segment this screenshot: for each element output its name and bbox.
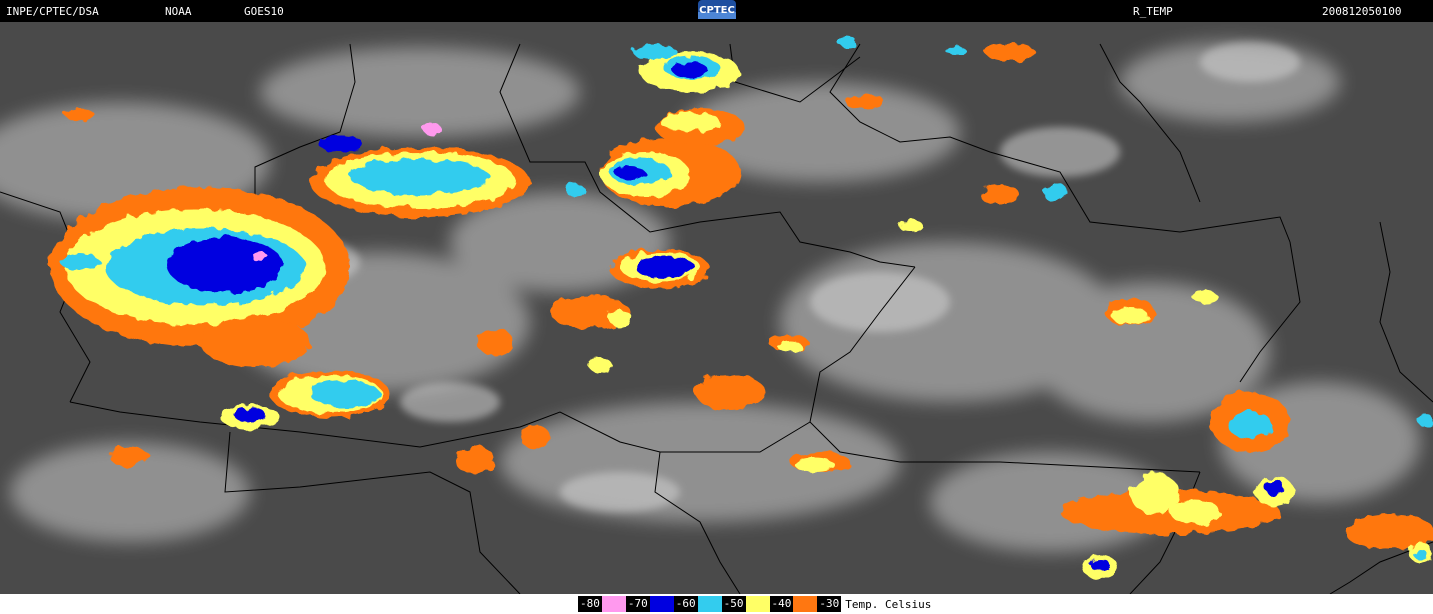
legend-swatch xyxy=(649,596,674,612)
datetime-label: 200812050100 xyxy=(1322,5,1402,18)
satellite-image xyxy=(0,22,1433,594)
satellite-label: GOES10 xyxy=(244,5,284,18)
cptec-logo: CPTEC xyxy=(698,0,736,19)
header-bar: INPE/CPTEC/DSA NOAA GOES10 CPTEC R_TEMP … xyxy=(0,0,1433,22)
temperature-legend: -80 -70 -60 -50 -40 -30 Temp. Celsius xyxy=(578,596,931,612)
cell-center xyxy=(610,249,710,289)
product-label: R_TEMP xyxy=(1133,5,1173,18)
legend-label: -50 xyxy=(721,596,746,612)
legend-unit: Temp. Celsius xyxy=(845,597,932,611)
logo-text: CPTEC xyxy=(699,5,735,16)
legend-label: -40 xyxy=(769,596,794,612)
legend-swatch xyxy=(745,596,770,612)
agency-label: NOAA xyxy=(165,5,192,18)
source-label: INPE/CPTEC/DSA xyxy=(6,5,99,18)
legend-swatch xyxy=(601,596,626,612)
legend-label: -30 xyxy=(817,596,842,612)
legend-swatch xyxy=(793,596,818,612)
legend-label: -60 xyxy=(673,596,698,612)
legend-label: -70 xyxy=(625,596,650,612)
footer-bar: -80 -70 -60 -50 -40 -30 Temp. Celsius xyxy=(0,594,1433,614)
satellite-map xyxy=(0,22,1433,594)
legend-swatch xyxy=(697,596,722,612)
legend-label: -80 xyxy=(578,596,602,612)
